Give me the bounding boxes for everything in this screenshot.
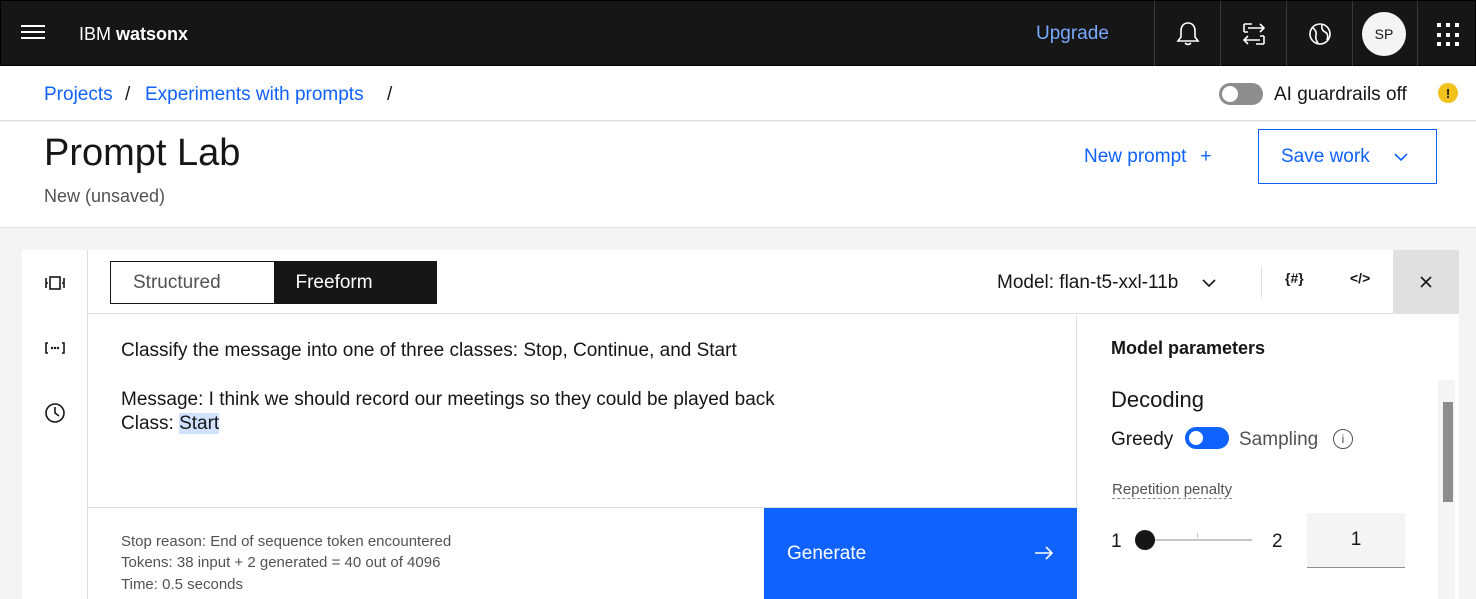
token-count: Tokens: 38 input + 2 generated = 40 out … bbox=[121, 554, 441, 571]
save-work-button[interactable]: Save work bbox=[1258, 129, 1437, 184]
info-icon[interactable]: i bbox=[1333, 429, 1353, 449]
class-prefix: Class: bbox=[121, 413, 180, 434]
mode-switcher: Structured Freeform bbox=[110, 261, 437, 304]
switch-account-icon[interactable] bbox=[1220, 1, 1286, 67]
scrollbar-thumb[interactable] bbox=[1443, 402, 1453, 502]
repetition-slider-thumb[interactable] bbox=[1135, 530, 1155, 550]
generate-button[interactable]: Generate bbox=[764, 508, 1077, 599]
page-title: Prompt Lab bbox=[44, 132, 241, 174]
prompt-instruction: Classify the message into one of three c… bbox=[121, 340, 737, 361]
view-code-icon[interactable]: </> bbox=[1350, 270, 1370, 286]
prompt-lab-workspace: Structured Freeform Model: flan-t5-xxl-1… bbox=[88, 250, 1459, 599]
user-avatar[interactable]: SP bbox=[1362, 12, 1406, 56]
breadcrumb-projects[interactable]: Projects bbox=[44, 84, 113, 106]
repetition-penalty-input[interactable]: 1 bbox=[1307, 513, 1405, 568]
decoding-toggle[interactable] bbox=[1185, 427, 1229, 449]
prompt-toolbar: Structured Freeform Model: flan-t5-xxl-1… bbox=[88, 250, 1459, 314]
decoding-heading: Decoding bbox=[1111, 387, 1204, 412]
brand-prefix: IBM bbox=[79, 24, 112, 44]
chevron-down-icon bbox=[1201, 272, 1216, 293]
breadcrumb-separator: / bbox=[387, 84, 393, 105]
upgrade-link[interactable]: Upgrade bbox=[1036, 23, 1109, 45]
close-panel-button[interactable] bbox=[1393, 250, 1459, 314]
arrow-right-icon bbox=[1033, 541, 1055, 567]
stop-reason: Stop reason: End of sequence token encou… bbox=[121, 533, 452, 550]
history-clock-icon[interactable] bbox=[42, 400, 68, 426]
brand-name[interactable]: IBM watsonx bbox=[79, 24, 188, 45]
prompt-variables-icon[interactable] bbox=[42, 335, 68, 361]
slider-tick bbox=[1197, 533, 1198, 538]
generate-label: Generate bbox=[787, 543, 867, 564]
warning-icon[interactable]: ! bbox=[1438, 83, 1458, 103]
new-prompt-button[interactable]: New prompt + bbox=[1084, 146, 1212, 168]
tab-structured[interactable]: Structured bbox=[111, 262, 274, 303]
slider-max-label: 2 bbox=[1272, 531, 1283, 552]
top-navigation-bar: IBM watsonx Upgrade SP bbox=[0, 0, 1476, 67]
variables-icon[interactable]: {#} bbox=[1285, 270, 1304, 286]
ai-guardrails-label: AI guardrails off bbox=[1274, 84, 1407, 105]
breadcrumb-bar: Projects / Experiments with prompts / AI… bbox=[0, 66, 1476, 121]
model-selector[interactable]: Model: flan-t5-xxl-11b bbox=[997, 272, 1216, 294]
params-scrollbar[interactable] bbox=[1438, 380, 1455, 599]
model-parameters-panel: Model parameters Decoding Greedy Samplin… bbox=[1078, 315, 1442, 599]
model-label: Model: flan-t5-xxl-11b bbox=[997, 272, 1179, 293]
sample-prompts-icon[interactable] bbox=[42, 270, 68, 296]
left-side-rail bbox=[22, 250, 88, 599]
save-work-label: Save work bbox=[1281, 145, 1370, 167]
prompt-editor[interactable]: Classify the message into one of three c… bbox=[88, 315, 1077, 507]
plus-icon: + bbox=[1200, 146, 1212, 167]
app-switcher-icon[interactable] bbox=[1437, 23, 1461, 47]
prompt-class-line: Class: Start bbox=[121, 413, 220, 435]
notification-bell-icon[interactable] bbox=[1154, 1, 1220, 67]
generation-time: Time: 0.5 seconds bbox=[121, 576, 243, 593]
brand-product: watsonx bbox=[116, 24, 189, 44]
globe-icon[interactable] bbox=[1286, 1, 1352, 67]
page-header: Prompt Lab New (unsaved) New prompt + Sav… bbox=[0, 122, 1476, 228]
prompt-message: Message: I think we should record our me… bbox=[121, 389, 775, 410]
params-title: Model parameters bbox=[1111, 338, 1266, 358]
generation-footer: Stop reason: End of sequence token encou… bbox=[88, 507, 1077, 599]
save-status: New (unsaved) bbox=[44, 186, 166, 206]
toolbar-divider bbox=[1261, 266, 1262, 298]
close-icon bbox=[1420, 276, 1432, 288]
sampling-label: Sampling bbox=[1239, 429, 1319, 450]
chevron-down-icon bbox=[1394, 146, 1408, 168]
ai-guardrails-toggle[interactable] bbox=[1219, 83, 1263, 105]
tab-freeform[interactable]: Freeform bbox=[273, 262, 436, 303]
hamburger-menu-icon[interactable] bbox=[21, 25, 45, 43]
new-prompt-label: New prompt bbox=[1084, 146, 1187, 167]
breadcrumb-separator: / bbox=[125, 84, 131, 105]
breadcrumb-experiments[interactable]: Experiments with prompts bbox=[145, 84, 364, 106]
repetition-penalty-label: Repetition penalty bbox=[1112, 481, 1233, 499]
slider-min-label: 1 bbox=[1111, 531, 1122, 552]
generated-output: Start bbox=[179, 413, 220, 434]
greedy-label: Greedy bbox=[1111, 429, 1174, 450]
